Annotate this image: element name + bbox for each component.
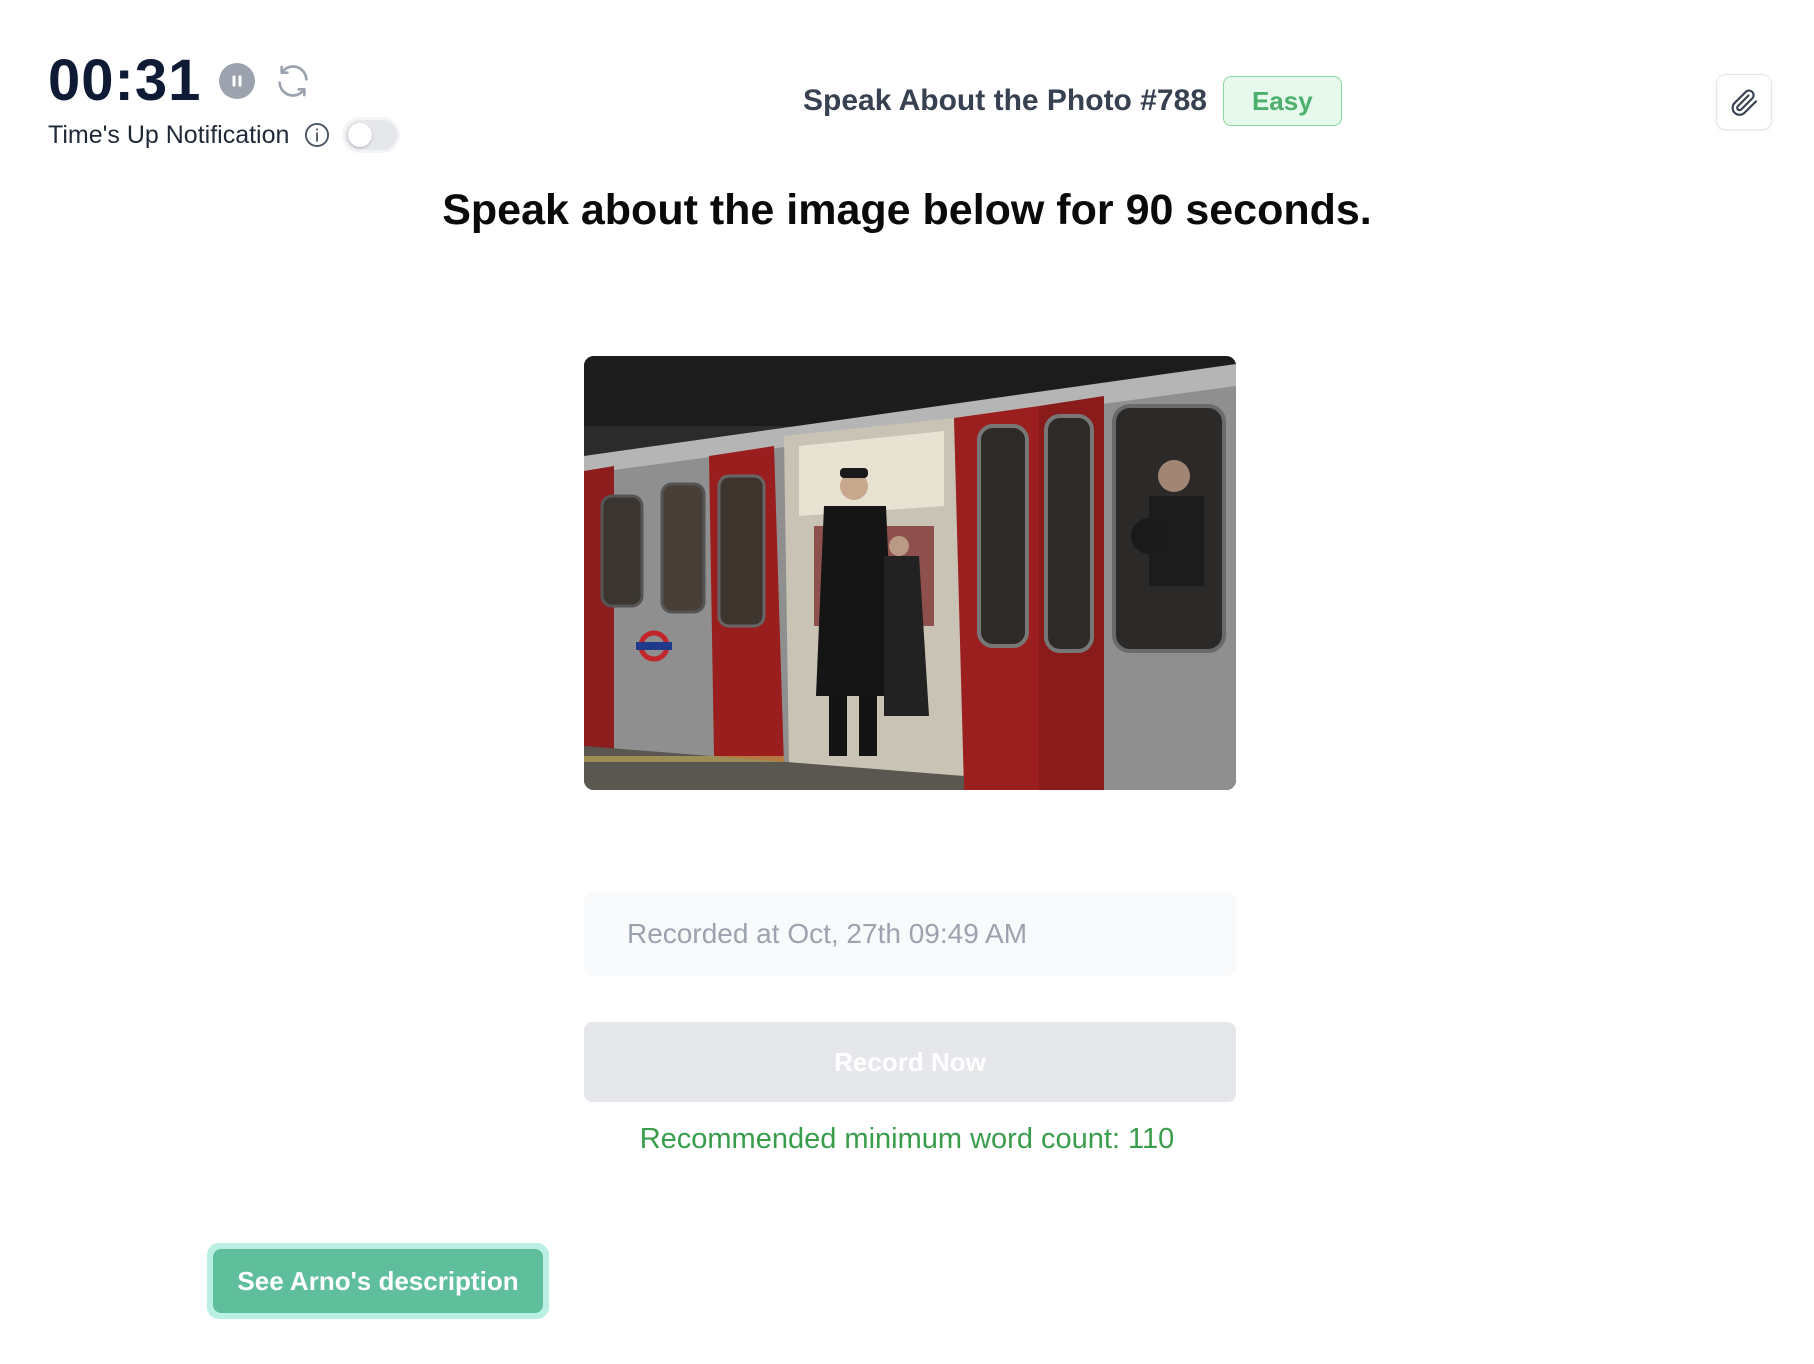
timer-row: 00:31: [48, 52, 313, 110]
description-button-focus-ring: See Arno's description: [207, 1243, 549, 1319]
task-header: Speak About the Photo #788 Easy: [803, 76, 1342, 126]
attachment-button[interactable]: [1716, 74, 1772, 130]
difficulty-badge: Easy: [1222, 76, 1342, 126]
countdown-timer: 00:31: [48, 48, 202, 113]
notification-toggle[interactable]: [345, 120, 398, 150]
page: 00:31 Time's Up Notification Speak About…: [0, 0, 1814, 1364]
info-icon[interactable]: [303, 121, 331, 149]
paperclip-icon: [1731, 89, 1758, 116]
refresh-button[interactable]: [273, 61, 313, 101]
word-count-hint: Recommended minimum word count: 110: [639, 1123, 1175, 1155]
pause-icon: [232, 75, 242, 87]
refresh-icon: [278, 65, 309, 97]
task-title: Speak About the Photo #788: [803, 84, 1207, 117]
task-instruction: Speak about the image below for 90 secon…: [442, 186, 1372, 234]
pause-button[interactable]: [219, 63, 256, 99]
recording-status: Recorded at Oct, 27th 09:49 AM: [584, 892, 1236, 976]
record-now-button[interactable]: Record Now: [584, 1022, 1236, 1102]
task-photo: [584, 356, 1236, 790]
times-up-notification-row: Time's Up Notification: [48, 120, 398, 150]
notification-label: Time's Up Notification: [48, 120, 290, 149]
toggle-knob: [348, 123, 373, 147]
see-description-button[interactable]: See Arno's description: [213, 1249, 543, 1313]
